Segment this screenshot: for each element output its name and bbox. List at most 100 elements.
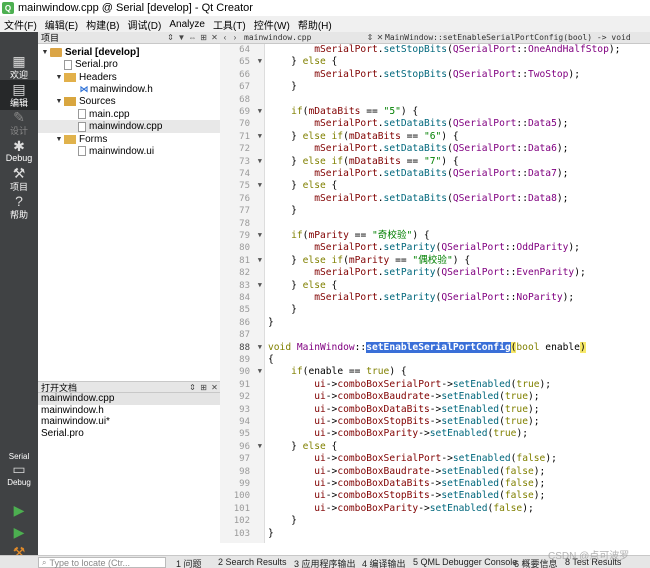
- code-token: comboBoxDataBits: [337, 478, 430, 489]
- code-token: setEnableSerialPortConfig: [366, 341, 511, 353]
- code-editor[interactable]: mSerialPort.setStopBits(QSerialPort::One…: [266, 44, 650, 543]
- locator-input[interactable]: ⌕ Type to locate (Ctr...: [38, 557, 166, 568]
- open-document-item[interactable]: mainwindow.cpp: [38, 393, 220, 405]
- fold-marker-icon[interactable]: ▼: [258, 107, 262, 115]
- menu-item[interactable]: 编辑(E): [41, 17, 82, 32]
- open-document-item[interactable]: Serial.pro: [38, 428, 220, 440]
- menu-item[interactable]: 构建(B): [82, 17, 123, 32]
- tree-item[interactable]: ▼ Serial [develop]: [38, 46, 220, 59]
- tree-item[interactable]: ▼ Forms: [38, 133, 220, 146]
- mode-design[interactable]: ✎ 设计: [0, 108, 38, 138]
- chevron-down-icon[interactable]: ⇕: [365, 33, 375, 42]
- code-token: OddParity: [516, 242, 569, 254]
- code-token: mParity: [348, 254, 390, 266]
- code-token: ui: [314, 490, 326, 502]
- code-token: ui: [314, 378, 326, 390]
- fold-marker-icon[interactable]: ▼: [258, 181, 262, 189]
- code-token: comboBoxParity: [337, 428, 419, 440]
- code-line: mSerialPort.setDataBits(QSerialPort::Dat…: [268, 168, 568, 180]
- menu-item[interactable]: Analyze: [165, 19, 209, 30]
- code-token: );: [556, 192, 569, 204]
- code-token: mSerialPort: [314, 118, 378, 130]
- back-arrow-icon[interactable]: ‹: [220, 33, 230, 42]
- filter-icon[interactable]: ▼: [176, 33, 187, 42]
- mode-debug[interactable]: ✱ Debug: [0, 136, 38, 166]
- tree-item[interactable]: mainwindow.ui: [38, 145, 220, 158]
- open-document-item[interactable]: mainwindow.h: [38, 405, 220, 417]
- menu-item[interactable]: 文件(F): [0, 17, 41, 32]
- editor-file-dropdown[interactable]: mainwindow.cpp: [240, 33, 365, 42]
- expand-arrow-icon[interactable]: ▼: [54, 74, 64, 81]
- mode-projects[interactable]: ⚒ 项目: [0, 164, 38, 194]
- close-icon[interactable]: ✕: [209, 383, 220, 392]
- forward-arrow-icon[interactable]: ›: [230, 33, 240, 42]
- code-token: ->: [325, 502, 338, 514]
- output-pane-compile-output[interactable]: 4 编译输出: [362, 557, 406, 568]
- menu-item[interactable]: 调试(D): [123, 17, 165, 32]
- fold-marker-icon[interactable]: ▼: [258, 442, 262, 450]
- fold-marker-icon[interactable]: ▼: [258, 367, 262, 375]
- expand-arrow-icon[interactable]: ▼: [40, 49, 50, 56]
- mode-welcome[interactable]: ▦ 欢迎: [0, 52, 38, 82]
- code-line: ui->comboBoxDataBits->setEnabled(false);: [268, 478, 545, 490]
- line-number-text: 70: [239, 119, 250, 130]
- code-token: setEnabled: [441, 416, 500, 427]
- expand-arrow-icon[interactable]: ▼: [54, 136, 64, 143]
- output-pane-issues[interactable]: 1 问题: [176, 557, 202, 568]
- output-pane-application-output[interactable]: 3 应用程序输出: [294, 557, 356, 568]
- debug-run-button[interactable]: ▶: [0, 524, 38, 541]
- run-button[interactable]: ▶: [0, 502, 38, 519]
- symbol-dropdown[interactable]: MainWindow::setEnableSerialPortConfig(bo…: [385, 33, 650, 42]
- code-token: ==: [348, 230, 372, 241]
- code-token: );: [562, 292, 575, 303]
- code-token: true: [493, 428, 517, 440]
- menu-item[interactable]: 工具(T): [209, 17, 250, 32]
- code-token: "6": [423, 130, 442, 142]
- updown-icon[interactable]: ⇕: [165, 33, 176, 42]
- line-number: 65 ▼: [220, 56, 265, 68]
- fold-marker-icon[interactable]: ▼: [258, 281, 262, 289]
- code-token: setEnabled: [429, 428, 488, 440]
- code-token: mSerialPort: [314, 192, 378, 204]
- fold-marker-icon[interactable]: ▼: [258, 231, 262, 239]
- code-token: false: [493, 502, 523, 514]
- fold-marker-icon[interactable]: ▼: [258, 57, 262, 65]
- tree-item[interactable]: main.cpp: [38, 108, 220, 121]
- close-icon[interactable]: ✕: [209, 33, 220, 42]
- code-line: } else {: [268, 280, 337, 292]
- fold-marker-icon[interactable]: ▼: [258, 343, 262, 351]
- output-pane-qml-debugger[interactable]: 5 QML Debugger Console: [413, 557, 517, 567]
- menu-item[interactable]: 控件(W): [250, 17, 294, 32]
- code-token: ->: [441, 378, 453, 390]
- split-icon[interactable]: ⊞: [198, 383, 209, 392]
- updown-icon[interactable]: ⇕: [187, 383, 198, 392]
- tree-item[interactable]: Serial.pro: [38, 58, 220, 71]
- split-icon[interactable]: ⊞: [198, 33, 209, 42]
- code-token: }: [268, 180, 303, 192]
- close-icon[interactable]: ✕: [375, 33, 385, 42]
- link-icon[interactable]: ⇔: [187, 33, 198, 42]
- line-number-text: 72: [239, 144, 250, 155]
- tree-item[interactable]: ⋈ mainwindow.h: [38, 83, 220, 96]
- code-token: ->: [325, 478, 338, 489]
- menu-item[interactable]: 帮助(H): [294, 17, 336, 32]
- tree-item[interactable]: ▼ Headers: [38, 71, 220, 84]
- output-pane-search-results[interactable]: 2 Search Results: [218, 557, 287, 567]
- fold-marker-icon[interactable]: ▼: [258, 157, 262, 165]
- expand-arrow-icon[interactable]: ▼: [54, 98, 64, 105]
- tree-item[interactable]: mainwindow.cpp: [38, 120, 220, 133]
- mode-help[interactable]: ? 帮助: [0, 192, 38, 222]
- open-document-item[interactable]: mainwindow.ui*: [38, 416, 220, 428]
- kit-selector[interactable]: Serial ▭ Debug: [0, 452, 38, 487]
- mode-edit[interactable]: ▤ 编辑: [0, 80, 38, 110]
- fold-marker-icon[interactable]: ▼: [258, 132, 262, 140]
- code-token: comboBoxSerialPort: [337, 453, 442, 465]
- tree-item[interactable]: ▼ Sources: [38, 96, 220, 109]
- menu-bar: 文件(F) 编辑(E) 构建(B) 调试(D) Analyze 工具(T) 控件(W) 帮助(…: [0, 16, 650, 32]
- line-number-text: 76: [239, 193, 250, 204]
- fold-marker-icon[interactable]: ▼: [258, 256, 262, 264]
- code-token: ->: [325, 403, 338, 415]
